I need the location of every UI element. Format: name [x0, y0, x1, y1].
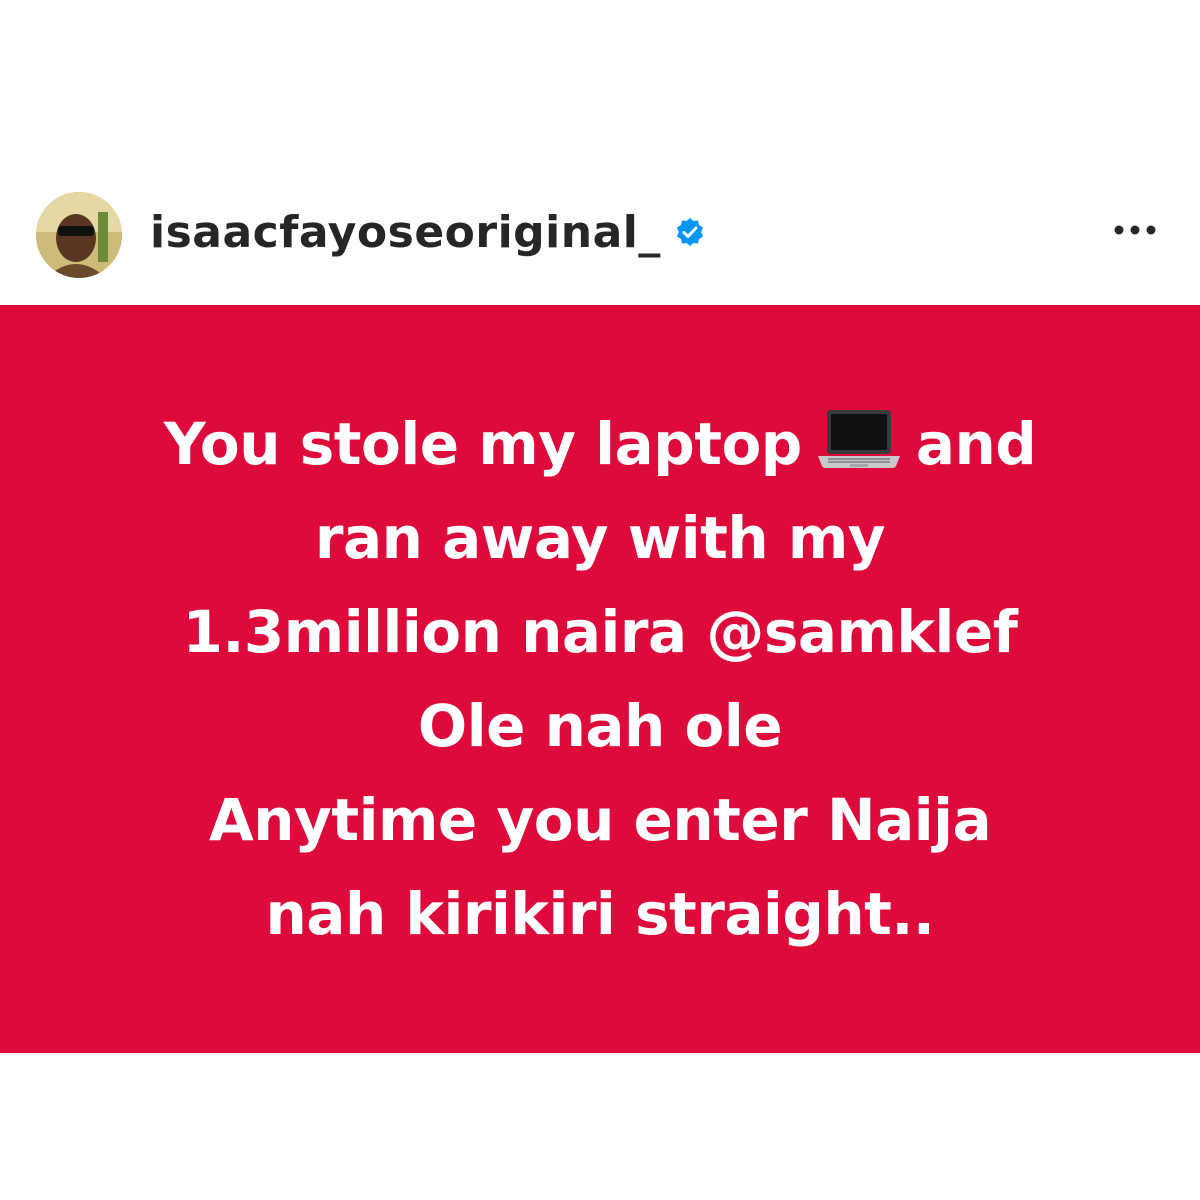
- text-line-1-start: You stole my laptop: [163, 410, 803, 478]
- post-image[interactable]: You stole my laptop and ran away with my…: [0, 305, 1200, 1053]
- text-line-1-end: and: [915, 410, 1037, 478]
- post-header: isaacfayoseoriginal_: [0, 180, 1200, 290]
- text-line-5: Anytime you enter Naija: [208, 786, 992, 854]
- avatar-photo: [36, 192, 122, 278]
- more-options-button[interactable]: [1110, 208, 1160, 252]
- post-caption-text: You stole my laptop and ran away with my…: [50, 397, 1150, 961]
- username[interactable]: isaacfayoseoriginal_: [150, 207, 661, 258]
- username-row: isaacfayoseoriginal_: [150, 202, 705, 262]
- instagram-post: isaacfayoseoriginal_ You stole my laptop: [0, 0, 1200, 1200]
- text-line-4: Ole nah ole: [417, 692, 783, 760]
- text-line-2: ran away with my: [314, 504, 886, 572]
- text-line-1: You stole my laptop and: [50, 397, 1150, 491]
- verified-badge-icon: [675, 217, 705, 247]
- text-line-3: 1.3million naira @samklef: [182, 598, 1018, 666]
- text-line-6: nah kirikiri straight..: [265, 880, 935, 948]
- avatar[interactable]: [36, 192, 122, 278]
- laptop-emoji: [816, 403, 902, 468]
- more-options-icon: [1114, 225, 1156, 235]
